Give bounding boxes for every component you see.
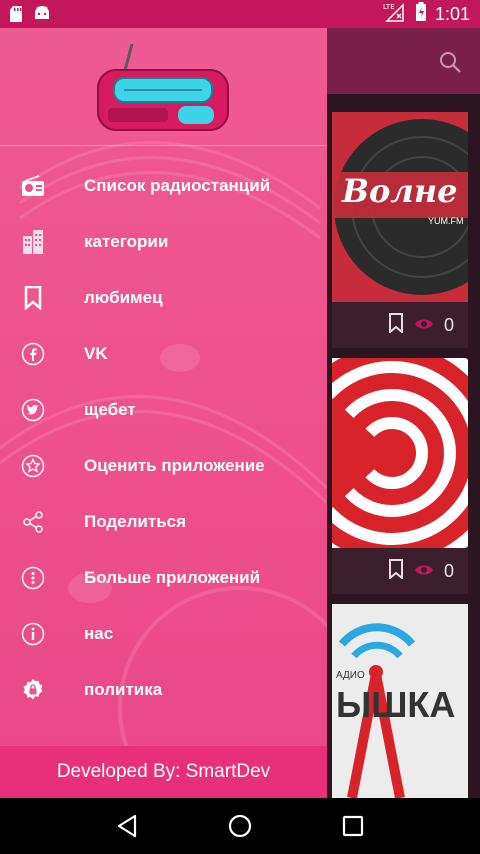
back-icon[interactable] [114, 813, 140, 839]
eye-icon [414, 561, 434, 582]
drawer-footer: Developed By: SmartDev [0, 746, 327, 798]
battery-charging-icon [415, 1, 427, 27]
no-signal-icon: LTE [383, 2, 407, 27]
card-footer: 0 [332, 548, 468, 594]
status-right: LTE 1:01 [383, 1, 470, 27]
bookmark-icon[interactable] [388, 312, 404, 338]
radio-logo [94, 43, 234, 134]
card-footer: 0 [332, 302, 468, 348]
navigation-drawer: Список радиостанций категории любимец VK… [0, 28, 327, 798]
station-card-subtitle: АДИО [336, 670, 365, 681]
android-icon [34, 6, 49, 22]
search-icon[interactable] [438, 50, 462, 74]
status-time: 1:01 [434, 3, 470, 24]
station-card-title: ЫШКА [336, 684, 456, 725]
station-card-image [332, 358, 468, 548]
developer-credit: Developed By: SmartDev [56, 761, 271, 782]
status-left [10, 6, 49, 22]
view-count: 0 [443, 314, 454, 335]
station-card-title: Волне [342, 172, 458, 210]
station-card-1[interactable]: Волне YUM.FM 0 [332, 112, 468, 348]
recent-apps-icon[interactable] [340, 813, 366, 839]
view-count: 0 [443, 560, 454, 581]
system-nav-bar [0, 798, 480, 854]
eye-icon [414, 315, 434, 336]
drawer-header [0, 28, 327, 146]
station-card-2[interactable]: 0 [332, 358, 468, 594]
station-card-3[interactable]: АДИО ЫШКА [332, 604, 468, 798]
station-card-subtitle: YUM.FM [428, 216, 464, 226]
svg-text:LTE: LTE [383, 3, 395, 11]
sd-card-icon [10, 6, 24, 22]
home-icon[interactable] [227, 813, 253, 839]
status-bar: LTE 1:01 [0, 0, 480, 28]
station-card-image: Волне YUM.FM [332, 112, 468, 302]
station-card-image: АДИО ЫШКА [332, 604, 468, 798]
bookmark-icon[interactable] [388, 558, 404, 584]
